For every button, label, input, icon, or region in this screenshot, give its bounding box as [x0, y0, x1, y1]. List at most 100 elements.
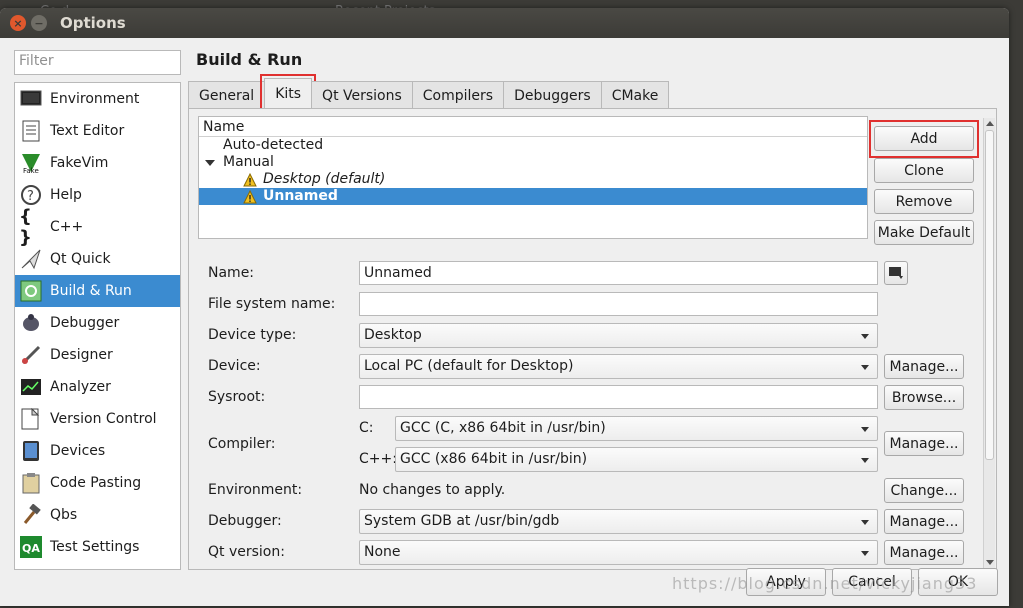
sidebar-item-label: Build & Run [50, 283, 132, 299]
remove-button[interactable]: Remove [874, 189, 974, 214]
environment-label: Environment: [208, 482, 303, 498]
sidebar-item-code-pasting[interactable]: Code Pasting [15, 467, 180, 499]
make-default-button[interactable]: Make Default [874, 220, 974, 245]
warning-icon [243, 172, 257, 186]
chevron-down-icon [861, 427, 869, 432]
kits-panel: Name Auto-detected Manual Desktop (defau… [188, 108, 997, 570]
designer-icon [19, 343, 43, 367]
device-icon [19, 439, 43, 463]
tree-header-name[interactable]: Name [199, 117, 867, 137]
tab-kits[interactable]: Kits [260, 74, 317, 113]
device-select[interactable]: Local PC (default for Desktop) [359, 354, 878, 379]
chevron-down-icon [861, 458, 869, 463]
close-icon[interactable]: × [10, 15, 26, 31]
monitor-icon [889, 267, 903, 279]
vertical-scrollbar[interactable] [983, 118, 995, 568]
bug-icon [19, 311, 43, 335]
sidebar-item-label: Qt Quick [50, 251, 111, 267]
sidebar-item-label: Version Control [50, 411, 157, 427]
qt-version-select[interactable]: None [359, 540, 878, 565]
options-dialog: × − Options Filter Environment Text Edit… [0, 8, 1009, 606]
qa-icon: QA [19, 535, 43, 559]
tree-item-label: Desktop (default) [263, 171, 386, 187]
sysroot-field[interactable] [359, 385, 878, 409]
qt-version-label: Qt version: [208, 544, 285, 560]
change-button[interactable]: Change... [884, 478, 964, 503]
sidebar-item-label: Text Editor [50, 123, 125, 139]
text-document-icon [19, 119, 43, 143]
tree-item-label: Unnamed [263, 188, 338, 204]
tab-general[interactable]: General [188, 81, 266, 109]
cpp-compiler-label: C++: [359, 451, 397, 467]
scroll-down-icon[interactable] [986, 560, 994, 565]
clone-button[interactable]: Clone [874, 158, 974, 183]
file-system-name-label: File system name: [208, 296, 336, 312]
sidebar-item-label: Qbs [50, 507, 78, 523]
scrollbar-thumb[interactable] [985, 130, 994, 460]
device-icon-button[interactable] [884, 261, 908, 285]
tree-item-manual[interactable]: Manual [199, 154, 867, 171]
tree-item-unnamed[interactable]: Unnamed [199, 188, 867, 205]
hammer-icon [19, 503, 43, 527]
sidebar-item-test-settings[interactable]: QA Test Settings [15, 531, 180, 563]
svg-text:QA: QA [22, 542, 40, 555]
sidebar-item-analyzer[interactable]: Analyzer [15, 371, 180, 403]
warning-icon [243, 189, 257, 203]
c-compiler-select[interactable]: GCC (C, x86 64bit in /usr/bin) [395, 416, 878, 441]
file-system-name-field[interactable] [359, 292, 878, 316]
sidebar-item-qt-quick[interactable]: Qt Quick [15, 243, 180, 275]
sidebar-item-build-run[interactable]: Build & Run [15, 275, 180, 307]
debugger-manage-button[interactable]: Manage... [884, 509, 964, 534]
sidebar-item-designer[interactable]: Designer [15, 339, 180, 371]
sidebar-item-debugger[interactable]: Debugger [15, 307, 180, 339]
sidebar-item-label: Devices [50, 443, 106, 459]
add-button[interactable]: Add [874, 126, 974, 151]
name-field[interactable]: Unnamed [359, 261, 878, 285]
expand-arrow-icon[interactable] [205, 159, 215, 166]
monitor-icon [19, 87, 43, 111]
tab-debuggers[interactable]: Debuggers [503, 81, 602, 109]
scroll-up-icon[interactable] [986, 121, 994, 126]
qt-version-manage-button[interactable]: Manage... [884, 540, 964, 565]
sidebar-item-label: C++ [50, 219, 84, 235]
sidebar-item-label: Analyzer [50, 379, 111, 395]
fakevim-icon: Fake [19, 151, 43, 175]
tab-compilers[interactable]: Compilers [411, 81, 505, 109]
compiler-label: Compiler: [208, 436, 276, 452]
sidebar: Environment Text Editor Fake FakeVim ? H… [14, 82, 181, 570]
debugger-value: System GDB at /usr/bin/gdb [364, 513, 560, 529]
tree-item-label: Auto-detected [223, 137, 324, 153]
device-manage-button[interactable]: Manage... [884, 354, 964, 379]
browse-button[interactable]: Browse... [884, 385, 964, 410]
sidebar-item-label: Help [50, 187, 82, 203]
tree-item-desktop[interactable]: Desktop (default) [199, 171, 867, 188]
paper-plane-icon [19, 247, 43, 271]
sidebar-item-cpp[interactable]: { } C++ [15, 206, 180, 248]
minimize-icon[interactable]: − [31, 15, 47, 31]
sidebar-item-qbs[interactable]: Qbs [15, 499, 180, 531]
cpp-compiler-value: GCC (x86 64bit in /usr/bin) [400, 451, 588, 467]
compiler-manage-button[interactable]: Manage... [884, 431, 964, 456]
device-type-label: Device type: [208, 327, 297, 343]
sidebar-item-label: Environment [50, 91, 140, 107]
version-control-icon [19, 407, 43, 431]
c-compiler-label: C: [359, 420, 374, 436]
sidebar-item-devices[interactable]: Devices [15, 435, 180, 467]
sidebar-item-environment[interactable]: Environment [15, 83, 180, 115]
sidebar-item-version-control[interactable]: Version Control [15, 403, 180, 435]
debugger-select[interactable]: System GDB at /usr/bin/gdb [359, 509, 878, 534]
chevron-down-icon [861, 520, 869, 525]
sidebar-item-label: FakeVim [50, 155, 109, 171]
tab-cmake[interactable]: CMake [600, 81, 670, 109]
sidebar-item-fakevim[interactable]: Fake FakeVim [15, 147, 180, 179]
clipboard-icon [19, 471, 43, 495]
chevron-down-icon [861, 365, 869, 370]
filter-input[interactable]: Filter [14, 50, 181, 75]
kits-tree: Name Auto-detected Manual Desktop (defau… [198, 116, 868, 239]
sidebar-item-text-editor[interactable]: Text Editor [15, 115, 180, 147]
tab-qt-versions[interactable]: Qt Versions [311, 81, 413, 109]
cpp-compiler-select[interactable]: GCC (x86 64bit in /usr/bin) [395, 447, 878, 472]
page-title: Build & Run [196, 50, 303, 69]
device-type-select[interactable]: Desktop [359, 323, 878, 348]
tree-item-auto-detected[interactable]: Auto-detected [199, 137, 867, 154]
